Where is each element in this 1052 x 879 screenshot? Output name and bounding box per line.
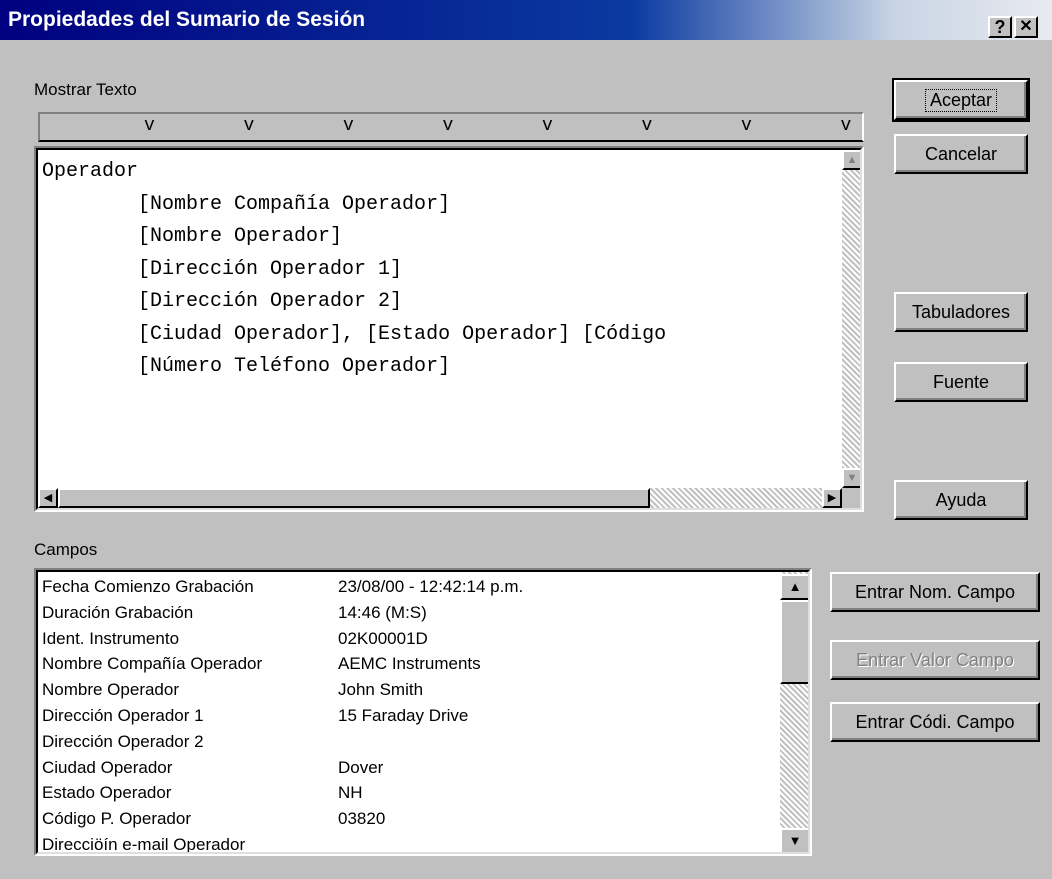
field-value: 15 Faraday Drive [338,706,469,725]
field-name: Dirección Operador 2 [42,731,204,751]
field-value: John Smith [338,680,424,700]
font-button[interactable]: Fuente [894,362,1028,402]
scroll-down-icon[interactable]: ▼ [842,468,860,488]
tabs-label: Tabuladores [911,301,1011,322]
list-item[interactable]: Fecha Comienzo Grabación 23/08/00 - 12:42… [42,574,523,600]
field-value: 03820 [338,809,386,829]
field-name: Duración Grabación [42,602,194,622]
text-line: [Nombre Operador] [42,225,343,248]
scrollbar-corner [842,488,860,508]
cancel-label: Cancelar [924,143,998,164]
text-line: Operador [42,160,139,183]
tab-stop-marker[interactable]: v [841,116,852,136]
tab-stop-marker[interactable]: v [741,116,752,136]
field-name: Direcciöín e-mail Operador [42,835,246,854]
text-line: [Dirección Operador 2] [42,290,403,313]
enter-field-value-label: Entrar Valor Campo [856,649,1014,670]
list-item[interactable]: Estado Operador NH [42,780,363,806]
field-name: Código P. Operador [42,809,192,829]
list-item[interactable]: Ident. Instrumento 02K00001D [42,626,428,652]
fields-scroll-down-icon[interactable]: ▼ [780,828,808,852]
enter-field-name-label: Entrar Nom. Campo [854,581,1016,602]
fields-scroll-thumb[interactable] [780,600,808,684]
field-value: 02K00001D [338,628,428,648]
tab-stop-marker[interactable]: v [443,116,454,136]
list-item[interactable]: Dirección Operador 1 15 Faraday Drive [42,703,468,729]
enter-field-name-button[interactable]: Entrar Nom. Campo [830,572,1040,612]
list-item[interactable]: Nombre Compañía Operador AEMC Instruments [42,651,481,677]
tab-stop-marker[interactable]: v [542,116,553,136]
accept-button[interactable]: Aceptar [892,78,1030,122]
tab-ruler[interactable]: vvvvvvvv [38,112,864,142]
text-line: [Ciudad Operador], [Estado Operador] [Có… [42,322,667,346]
window-title: Propiedades del Sumario de Sesión [8,8,366,31]
tab-stop-marker[interactable]: v [244,116,255,136]
close-icon[interactable]: ✕ [1014,16,1038,38]
list-item[interactable]: Ciudad Operador Dover [42,755,383,781]
field-name: Dirección Operador 1 [42,706,204,725]
list-item[interactable]: Nombre Operador John Smith [42,677,423,703]
title-bar[interactable]: Propiedades del Sumario de Sesión ? ✕ [0,0,1052,40]
field-name: Fecha Comienzo Grabación [42,577,254,596]
list-item[interactable]: Duración Grabación 14:46 (M:S) [42,600,427,626]
fields-rows: Fecha Comienzo Grabación 23/08/00 - 12:42… [38,574,774,854]
scroll-left-icon[interactable]: ◀ [38,488,58,508]
list-item[interactable]: Código P. Operador 03820 [42,806,385,832]
tab-stop-marker[interactable]: v [642,116,653,136]
list-item[interactable]: Dirección Operador 2 [42,729,204,755]
field-value: 14:46 (M:S) [338,602,427,622]
font-label: Fuente [932,371,990,392]
accept-label: Aceptar [924,88,998,112]
text-line: [Número Teléfono Operador] [42,355,451,378]
tab-stop-marker[interactable]: v [343,116,354,136]
horizontal-scroll-thumb[interactable] [58,488,650,508]
fields-list[interactable]: Fecha Comienzo Grabación 23/08/00 - 12:42… [34,568,812,856]
fields-scroll-up-icon[interactable]: ▲ [780,574,808,600]
help-icon[interactable]: ? [988,16,1012,38]
scroll-up-icon[interactable]: ▲ [842,150,860,170]
list-item[interactable]: Direcciöín e-mail Operador [42,832,246,854]
field-name: Estado Operador [42,783,172,803]
help-button[interactable]: Ayuda [894,480,1028,520]
enter-field-code-button[interactable]: Entrar Códi. Campo [830,702,1040,742]
display-text-label: Mostrar Texto [34,80,137,99]
text-line: [Dirección Operador 1] [42,257,403,281]
field-value: AEMC Instruments [338,654,481,674]
vertical-scrollbar[interactable] [842,150,860,488]
tab-stop-marker[interactable]: v [144,116,155,136]
enter-field-code-label: Entrar Códi. Campo [855,711,1015,732]
cancel-button[interactable]: Cancelar [894,134,1028,174]
field-name: Ciudad Operador [42,757,173,777]
text-line: [Nombre Compañía Operador] [42,192,451,216]
field-value: NH [338,783,363,803]
field-value: Dover [338,757,384,777]
field-value: 23/08/00 - 12:42:14 p.m. [338,577,524,596]
field-name: Nombre Compañía Operador [42,654,263,674]
scroll-right-icon[interactable]: ▶ [822,488,842,508]
enter-field-value-button[interactable]: Entrar Valor Campo [830,640,1040,680]
field-name: Nombre Operador [42,680,180,700]
help-label: Ayuda [935,489,987,510]
tabs-button[interactable]: Tabuladores [894,292,1028,332]
display-text-editor[interactable]: Operador [Nombre Compañía Operador] [Nom… [34,146,864,512]
fields-label: Campos [34,540,98,559]
field-name: Ident. Instrumento [42,628,180,648]
text-content[interactable]: Operador [Nombre Compañía Operador] [Nom… [42,156,666,384]
